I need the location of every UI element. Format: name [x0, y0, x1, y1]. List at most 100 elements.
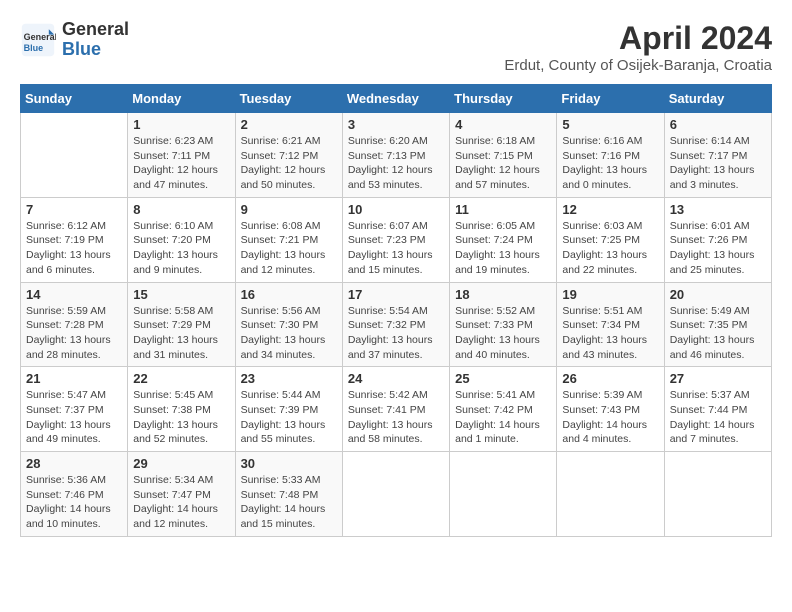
day-number: 28	[26, 456, 122, 471]
calendar-week-3: 14Sunrise: 5:59 AM Sunset: 7:28 PM Dayli…	[21, 282, 772, 367]
day-info: Sunrise: 6:03 AM Sunset: 7:25 PM Dayligh…	[562, 219, 658, 278]
calendar-cell: 26Sunrise: 5:39 AM Sunset: 7:43 PM Dayli…	[557, 367, 664, 452]
calendar-body: 1 Sunrise: 6:23 AM Sunset: 7:11 PM Daylig…	[21, 113, 772, 537]
calendar-cell: 12 Sunrise: 6:03 AM Sunset: 7:25 PM Dayli…	[557, 197, 664, 282]
logo-line2: Blue	[62, 40, 129, 60]
day-info: Sunrise: 5:33 AM Sunset: 7:48 PM Dayligh…	[241, 473, 337, 532]
calendar-table: SundayMondayTuesdayWednesdayThursdayFrid…	[20, 84, 772, 537]
calendar-header: SundayMondayTuesdayWednesdayThursdayFrid…	[21, 85, 772, 113]
calendar-cell: 9 Sunrise: 6:08 AM Sunset: 7:21 PM Daylig…	[235, 197, 342, 282]
calendar-cell: 1 Sunrise: 6:23 AM Sunset: 7:11 PM Daylig…	[128, 113, 235, 198]
day-number: 27	[670, 371, 766, 386]
day-number: 14	[26, 287, 122, 302]
header-cell-saturday: Saturday	[664, 85, 771, 113]
calendar-cell	[342, 452, 449, 537]
calendar-cell: 2Sunrise: 6:21 AM Sunset: 7:12 PM Daylig…	[235, 113, 342, 198]
day-info: Sunrise: 5:36 AM Sunset: 7:46 PM Dayligh…	[26, 473, 122, 532]
svg-text:Blue: Blue	[24, 43, 44, 53]
day-number: 23	[241, 371, 337, 386]
day-info: Sunrise: 6:18 AM Sunset: 7:15 PM Dayligh…	[455, 134, 551, 193]
day-number: 19	[562, 287, 658, 302]
day-number: 4	[455, 117, 551, 132]
calendar-cell	[664, 452, 771, 537]
day-number: 20	[670, 287, 766, 302]
location-subtitle: Erdut, County of Osijek-Baranja, Croatia	[504, 57, 772, 74]
day-info: Sunrise: 6:08 AM Sunset: 7:21 PM Dayligh…	[241, 219, 337, 278]
header-cell-tuesday: Tuesday	[235, 85, 342, 113]
header-cell-friday: Friday	[557, 85, 664, 113]
calendar-week-5: 28 Sunrise: 5:36 AM Sunset: 7:46 PM Dayli…	[21, 452, 772, 537]
day-info: Sunrise: 5:45 AM Sunset: 7:38 PM Dayligh…	[133, 388, 229, 447]
day-number: 26	[562, 371, 658, 386]
day-number: 16	[241, 287, 337, 302]
calendar-cell: 13Sunrise: 6:01 AM Sunset: 7:26 PM Dayli…	[664, 197, 771, 282]
page-header: General Blue General Blue April 2024 Erd…	[20, 20, 772, 74]
day-info: Sunrise: 6:20 AM Sunset: 7:13 PM Dayligh…	[348, 134, 444, 193]
day-info: Sunrise: 5:49 AM Sunset: 7:35 PM Dayligh…	[670, 304, 766, 363]
calendar-week-2: 7 Sunrise: 6:12 AM Sunset: 7:19 PM Daylig…	[21, 197, 772, 282]
day-number: 17	[348, 287, 444, 302]
calendar-cell: 16Sunrise: 5:56 AM Sunset: 7:30 PM Dayli…	[235, 282, 342, 367]
day-info: Sunrise: 5:51 AM Sunset: 7:34 PM Dayligh…	[562, 304, 658, 363]
calendar-cell: 24Sunrise: 5:42 AM Sunset: 7:41 PM Dayli…	[342, 367, 449, 452]
day-info: Sunrise: 5:47 AM Sunset: 7:37 PM Dayligh…	[26, 388, 122, 447]
day-number: 30	[241, 456, 337, 471]
day-number: 6	[670, 117, 766, 132]
calendar-cell	[557, 452, 664, 537]
day-info: Sunrise: 5:41 AM Sunset: 7:42 PM Dayligh…	[455, 388, 551, 447]
day-number: 22	[133, 371, 229, 386]
logo-text: General Blue	[62, 20, 129, 60]
header-cell-wednesday: Wednesday	[342, 85, 449, 113]
calendar-cell	[21, 113, 128, 198]
day-info: Sunrise: 5:34 AM Sunset: 7:47 PM Dayligh…	[133, 473, 229, 532]
calendar-cell: 30 Sunrise: 5:33 AM Sunset: 7:48 PM Dayli…	[235, 452, 342, 537]
calendar-cell: 19 Sunrise: 5:51 AM Sunset: 7:34 PM Dayli…	[557, 282, 664, 367]
day-number: 9	[241, 202, 337, 217]
logo-icon: General Blue	[20, 22, 56, 58]
calendar-cell: 6 Sunrise: 6:14 AM Sunset: 7:17 PM Daylig…	[664, 113, 771, 198]
title-section: April 2024 Erdut, County of Osijek-Baran…	[504, 20, 772, 74]
logo-line1: General	[62, 20, 129, 40]
calendar-cell: 20 Sunrise: 5:49 AM Sunset: 7:35 PM Dayli…	[664, 282, 771, 367]
calendar-cell: 25 Sunrise: 5:41 AM Sunset: 7:42 PM Dayli…	[450, 367, 557, 452]
calendar-cell: 21 Sunrise: 5:47 AM Sunset: 7:37 PM Dayli…	[21, 367, 128, 452]
day-number: 5	[562, 117, 658, 132]
day-number: 18	[455, 287, 551, 302]
calendar-cell: 14Sunrise: 5:59 AM Sunset: 7:28 PM Dayli…	[21, 282, 128, 367]
day-number: 25	[455, 371, 551, 386]
calendar-cell	[450, 452, 557, 537]
day-info: Sunrise: 6:14 AM Sunset: 7:17 PM Dayligh…	[670, 134, 766, 193]
day-number: 3	[348, 117, 444, 132]
day-info: Sunrise: 6:23 AM Sunset: 7:11 PM Dayligh…	[133, 134, 229, 193]
calendar-cell: 10Sunrise: 6:07 AM Sunset: 7:23 PM Dayli…	[342, 197, 449, 282]
day-info: Sunrise: 5:58 AM Sunset: 7:29 PM Dayligh…	[133, 304, 229, 363]
day-number: 12	[562, 202, 658, 217]
calendar-cell: 8Sunrise: 6:10 AM Sunset: 7:20 PM Daylig…	[128, 197, 235, 282]
day-info: Sunrise: 5:44 AM Sunset: 7:39 PM Dayligh…	[241, 388, 337, 447]
day-info: Sunrise: 6:12 AM Sunset: 7:19 PM Dayligh…	[26, 219, 122, 278]
day-number: 29	[133, 456, 229, 471]
day-number: 1	[133, 117, 229, 132]
calendar-cell: 4 Sunrise: 6:18 AM Sunset: 7:15 PM Daylig…	[450, 113, 557, 198]
calendar-cell: 3 Sunrise: 6:20 AM Sunset: 7:13 PM Daylig…	[342, 113, 449, 198]
calendar-cell: 7 Sunrise: 6:12 AM Sunset: 7:19 PM Daylig…	[21, 197, 128, 282]
calendar-cell: 5Sunrise: 6:16 AM Sunset: 7:16 PM Daylig…	[557, 113, 664, 198]
day-number: 10	[348, 202, 444, 217]
day-number: 7	[26, 202, 122, 217]
calendar-cell: 27Sunrise: 5:37 AM Sunset: 7:44 PM Dayli…	[664, 367, 771, 452]
day-number: 8	[133, 202, 229, 217]
header-row: SundayMondayTuesdayWednesdayThursdayFrid…	[21, 85, 772, 113]
day-number: 21	[26, 371, 122, 386]
calendar-cell: 18Sunrise: 5:52 AM Sunset: 7:33 PM Dayli…	[450, 282, 557, 367]
day-number: 2	[241, 117, 337, 132]
month-title: April 2024	[504, 20, 772, 57]
day-number: 13	[670, 202, 766, 217]
calendar-cell: 15 Sunrise: 5:58 AM Sunset: 7:29 PM Dayli…	[128, 282, 235, 367]
day-number: 24	[348, 371, 444, 386]
day-number: 15	[133, 287, 229, 302]
header-cell-thursday: Thursday	[450, 85, 557, 113]
calendar-cell: 22 Sunrise: 5:45 AM Sunset: 7:38 PM Dayli…	[128, 367, 235, 452]
day-info: Sunrise: 6:05 AM Sunset: 7:24 PM Dayligh…	[455, 219, 551, 278]
calendar-cell: 23 Sunrise: 5:44 AM Sunset: 7:39 PM Dayli…	[235, 367, 342, 452]
calendar-cell: 29 Sunrise: 5:34 AM Sunset: 7:47 PM Dayli…	[128, 452, 235, 537]
